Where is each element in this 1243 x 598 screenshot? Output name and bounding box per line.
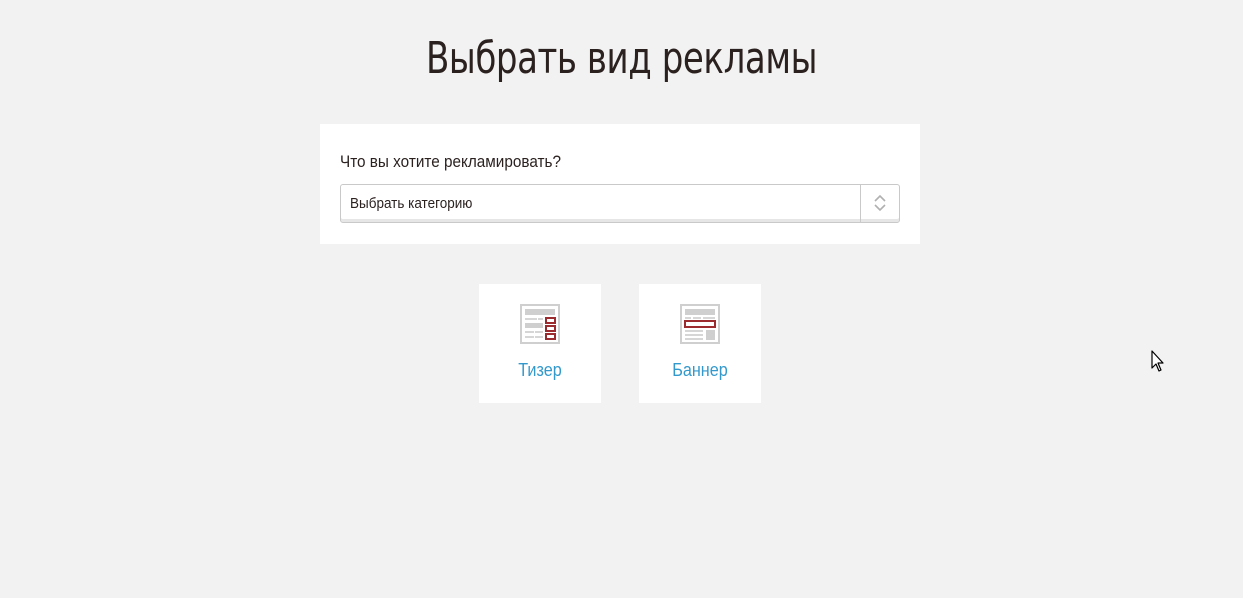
updown-chevron-icon xyxy=(874,194,886,212)
teaser-label: Тизер xyxy=(518,360,562,380)
mouse-cursor-icon xyxy=(1151,350,1164,372)
category-select[interactable]: Выбрать категорию xyxy=(340,184,900,223)
page-title: Выбрать вид рекламы xyxy=(425,33,818,84)
banner-label: Баннер xyxy=(672,360,728,380)
banner-layout-icon xyxy=(680,304,720,344)
ad-category-card: Что вы хотите рекламировать? Выбрать кат… xyxy=(320,124,920,244)
category-select-value: Выбрать категорию xyxy=(350,195,473,212)
select-arrow-button[interactable] xyxy=(860,185,899,222)
teaser-option[interactable]: Тизер xyxy=(479,284,601,403)
banner-option[interactable]: Баннер xyxy=(639,284,761,403)
teaser-layout-icon xyxy=(520,304,560,344)
category-question-label: Что вы хотите рекламировать? xyxy=(340,152,561,171)
